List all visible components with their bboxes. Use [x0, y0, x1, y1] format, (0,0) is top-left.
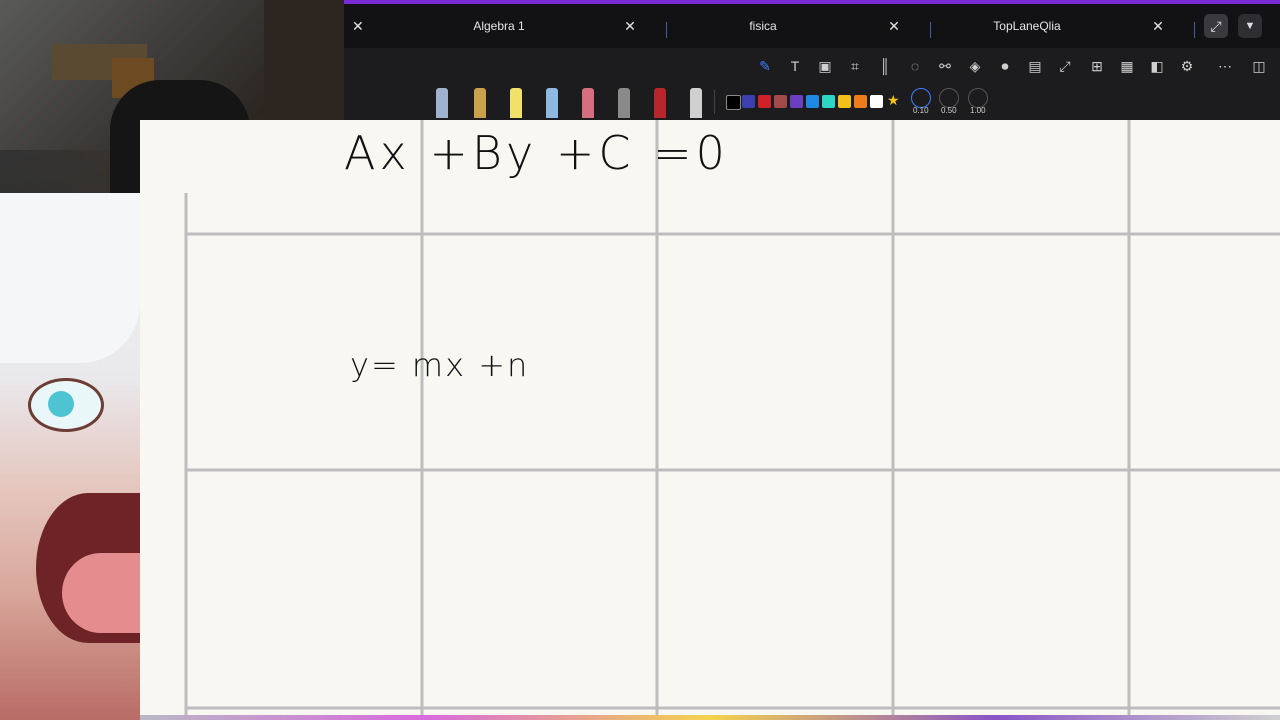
- tab-label: fisica: [749, 19, 777, 33]
- color-orange[interactable]: [854, 95, 867, 108]
- chevron-down-icon[interactable]: ▼: [1238, 14, 1262, 38]
- image-icon[interactable]: ▣: [816, 57, 834, 75]
- notes-app: ✕ Algebra 1 ✕ fisica ✕ TopLaneQlia ✕ ⤢ ▼…: [344, 0, 1280, 120]
- tab-algebra[interactable]: Algebra 1 ✕: [378, 4, 640, 48]
- add-page-icon[interactable]: ⊞: [1088, 57, 1106, 75]
- tab-label: TopLaneQlia: [993, 19, 1061, 33]
- anime-overlay-image: [0, 193, 140, 720]
- link-icon[interactable]: ⚯: [936, 57, 954, 75]
- tab-separator: [1194, 22, 1195, 38]
- color-red[interactable]: [758, 95, 771, 108]
- favorite-star-icon[interactable]: ★: [887, 92, 900, 109]
- handwritten-equation-general: Ax +By +C =0: [344, 126, 729, 180]
- color-teal[interactable]: [822, 95, 835, 108]
- color-yellow[interactable]: [838, 95, 851, 108]
- pen-icon[interactable]: ✎: [756, 57, 774, 75]
- microphone-icon[interactable]: ⏺: [996, 57, 1014, 75]
- color-purple[interactable]: [790, 95, 803, 108]
- anime-tongue: [62, 553, 140, 633]
- stroke-size-label: 0.50: [941, 106, 957, 115]
- close-tab-icon[interactable]: ✕: [620, 18, 640, 35]
- tab-label: Algebra 1: [473, 19, 525, 33]
- fine-liner-icon[interactable]: [618, 88, 630, 118]
- stroke-size-label: 1.00: [970, 106, 986, 115]
- text-box-icon[interactable]: T: [786, 57, 804, 75]
- color-blue[interactable]: [806, 95, 819, 108]
- crop-icon[interactable]: ⌗: [846, 57, 864, 75]
- bottom-overlay-strip: [140, 715, 1280, 720]
- main-toolbar: ✎ T ▣ ⌗ ║ ◌ ⚯ ◈ ⏺ ▤ ⤢ ⊞ ▦ ◧ ⚙ ⋯ ◫: [344, 48, 1280, 84]
- ruler-icon[interactable]: ║: [876, 57, 894, 75]
- color-brown[interactable]: [774, 95, 787, 108]
- stroke-size-medium[interactable]: [939, 88, 959, 108]
- tab-toplaneqlia[interactable]: TopLaneQlia ✕: [906, 4, 1168, 48]
- toolbar-divider: [714, 90, 715, 114]
- more-icon[interactable]: ⋯: [1216, 57, 1234, 75]
- fountain-pen-icon[interactable]: [436, 88, 448, 118]
- marker-icon[interactable]: [546, 88, 558, 118]
- comment-icon[interactable]: ◌: [906, 57, 924, 75]
- stroke-size-label: 0.10: [913, 106, 929, 115]
- eraser-icon[interactable]: [582, 88, 594, 118]
- tape-icon[interactable]: [690, 88, 702, 118]
- tab-fisica[interactable]: fisica ✕: [642, 4, 904, 48]
- brush-pen-icon[interactable]: [654, 88, 666, 118]
- close-tab-icon[interactable]: ✕: [884, 18, 904, 35]
- fullscreen-icon[interactable]: ⤢: [1056, 57, 1074, 75]
- layers-icon[interactable]: ◈: [966, 57, 984, 75]
- color-white[interactable]: [870, 95, 883, 108]
- anime-hair: [0, 193, 140, 363]
- pencil-icon[interactable]: [474, 88, 486, 118]
- presentation-icon[interactable]: ▤: [1026, 57, 1044, 75]
- color-black[interactable]: [726, 95, 741, 110]
- close-window-button[interactable]: ✕: [352, 18, 364, 35]
- pen-toolbar: ★ 0.10 0.50 1.00: [344, 84, 1280, 120]
- split-view-icon[interactable]: ◧: [1148, 57, 1166, 75]
- close-tab-icon[interactable]: ✕: [1148, 18, 1168, 35]
- anime-iris: [48, 391, 74, 417]
- highlighter-icon[interactable]: [510, 88, 522, 118]
- note-canvas[interactable]: Ax +By +C =0 y= mx +n: [140, 120, 1280, 720]
- handwritten-equation-slope: y= mx +n: [350, 346, 530, 384]
- stroke-size-small[interactable]: [911, 88, 931, 108]
- expand-icon[interactable]: ⤢: [1204, 14, 1228, 38]
- color-indigo[interactable]: [742, 95, 755, 108]
- grid-icon[interactable]: ▦: [1118, 57, 1136, 75]
- settings-icon[interactable]: ⚙: [1178, 57, 1196, 75]
- stroke-size-large[interactable]: [968, 88, 988, 108]
- tab-bar: ✕ Algebra 1 ✕ fisica ✕ TopLaneQlia ✕ ⤢ ▼: [344, 4, 1280, 48]
- sidebar-icon[interactable]: ◫: [1250, 57, 1268, 75]
